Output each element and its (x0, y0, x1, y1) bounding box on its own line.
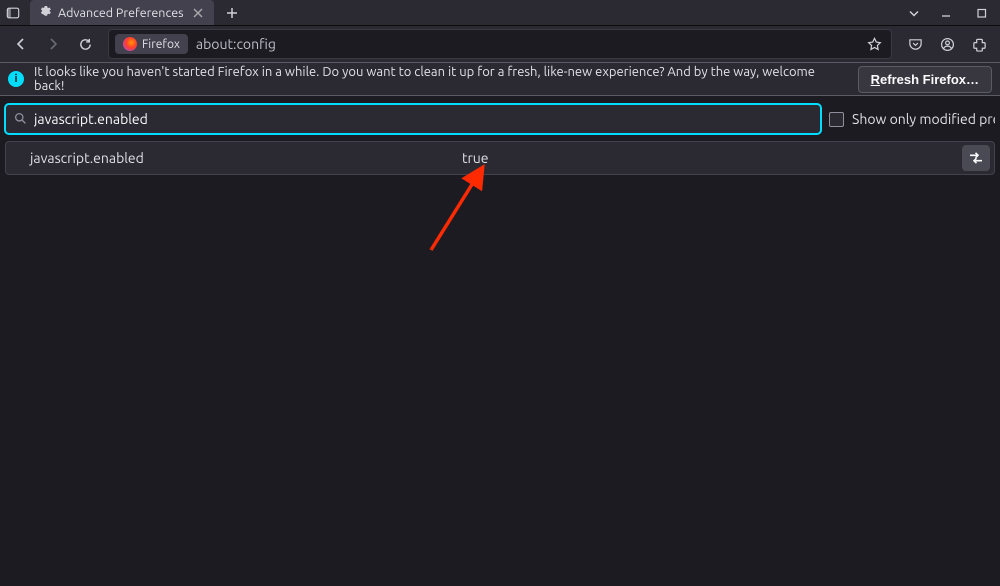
config-search-row: Show only modified preferences (0, 96, 1000, 139)
checkbox-label: Show only modified preferences (852, 111, 995, 127)
close-tab-button[interactable] (190, 5, 206, 21)
show-only-modified-checkbox[interactable]: Show only modified preferences (829, 111, 995, 127)
back-button[interactable] (6, 29, 36, 59)
info-icon: i (8, 71, 24, 87)
notification-message: It looks like you haven't started Firefo… (34, 65, 848, 93)
annotation-arrow (425, 162, 495, 257)
refresh-firefox-button[interactable]: Refresh Firefox… (858, 66, 992, 93)
firefox-icon (123, 37, 137, 51)
bookmark-star-icon[interactable] (861, 31, 887, 57)
new-tab-button[interactable] (220, 1, 244, 25)
tab-title: Advanced Preferences (58, 6, 184, 20)
maximize-button[interactable] (964, 0, 1000, 26)
account-icon[interactable] (932, 29, 962, 59)
nav-toolbar: Firefox about:config (0, 26, 1000, 62)
reload-button[interactable] (70, 29, 100, 59)
preference-value: true (462, 150, 962, 166)
config-search-input[interactable] (34, 111, 812, 127)
tab-strip: Advanced Preferences (0, 0, 900, 25)
checkbox-box[interactable] (829, 112, 844, 127)
preference-row[interactable]: javascript.enabled true (5, 141, 995, 175)
window-controls (928, 0, 1000, 26)
browser-tab-active[interactable]: Advanced Preferences (30, 0, 214, 25)
gear-icon (38, 6, 52, 20)
forward-button[interactable] (38, 29, 68, 59)
preference-name: javascript.enabled (6, 150, 462, 166)
identity-box[interactable]: Firefox (115, 34, 188, 54)
config-search-box[interactable] (5, 104, 821, 134)
minimize-button[interactable] (928, 0, 964, 26)
url-bar[interactable]: Firefox about:config (108, 29, 892, 59)
titlebar: Advanced Preferences (0, 0, 1000, 26)
save-to-pocket-icon[interactable] (900, 29, 930, 59)
toggle-preference-button[interactable] (962, 145, 990, 171)
list-all-tabs-left-icon[interactable] (0, 0, 26, 26)
notification-bar: i It looks like you haven't started Fire… (0, 62, 1000, 96)
all-tabs-chevron-icon[interactable] (900, 0, 928, 26)
extensions-icon[interactable] (964, 29, 994, 59)
search-icon (14, 112, 28, 126)
identity-label: Firefox (142, 38, 180, 51)
url-text[interactable]: about:config (192, 36, 861, 52)
